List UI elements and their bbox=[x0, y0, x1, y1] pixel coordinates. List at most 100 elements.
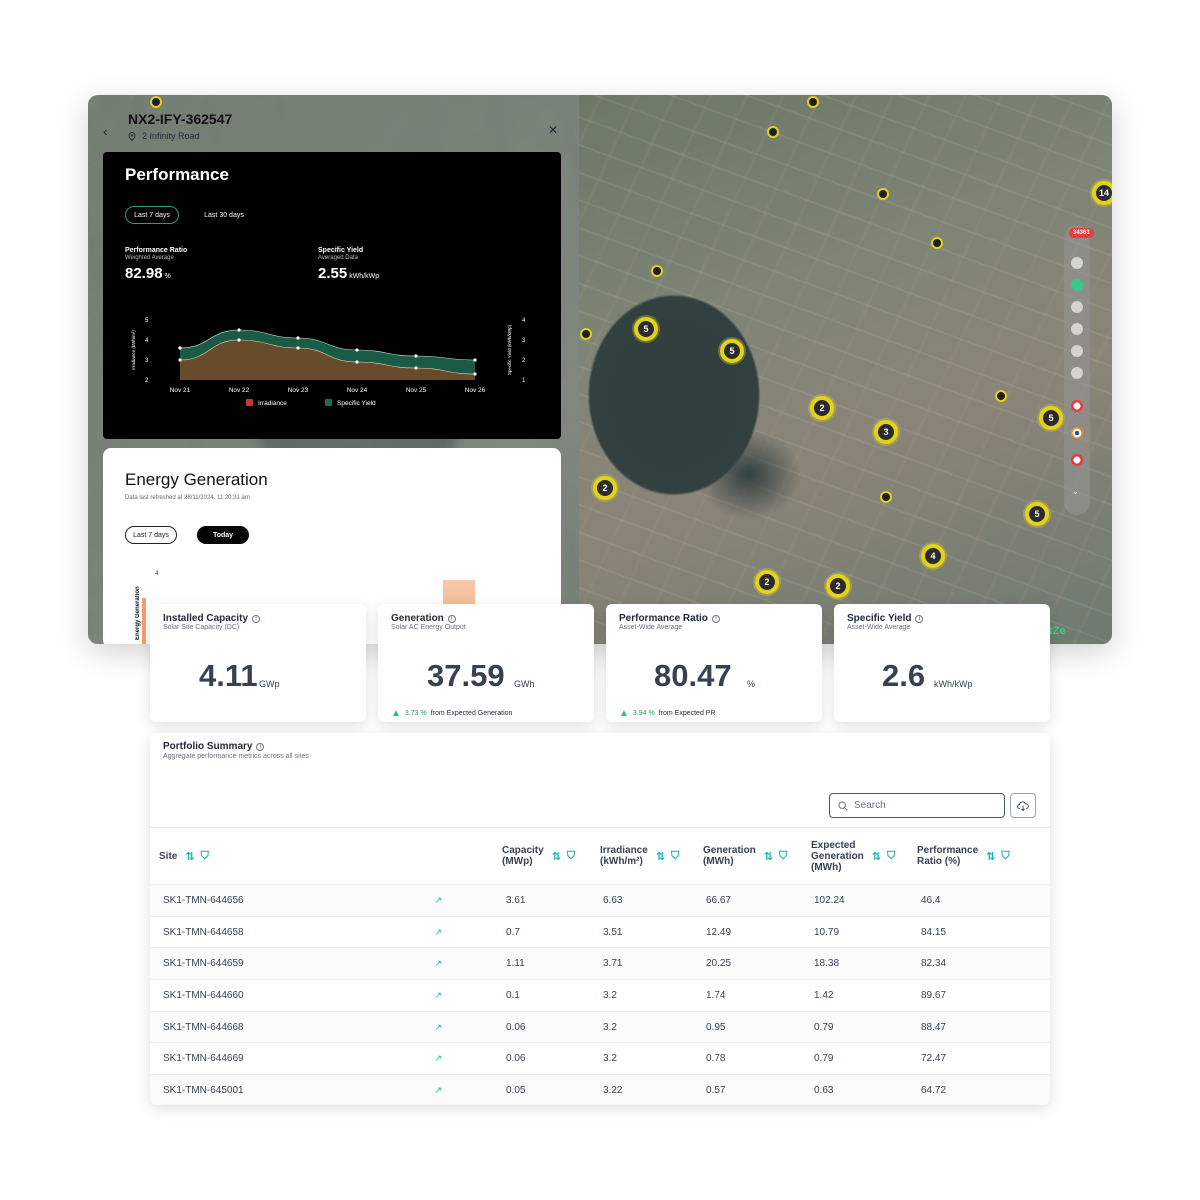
kpi-title: Generation bbox=[391, 613, 444, 624]
map-cluster-marker[interactable]: 2 bbox=[810, 396, 834, 420]
filter-icon[interactable]: ⛉ bbox=[671, 850, 679, 863]
table-row[interactable]: SK1-TMN-645001 ↗ 0.05 3.22 0.57 0.63 64.72 bbox=[150, 1074, 1050, 1105]
kpi-subtitle: Asset-Wide Average bbox=[847, 624, 911, 631]
info-icon[interactable]: i bbox=[256, 742, 265, 751]
table-row[interactable]: SK1-TMN-644656 ↗ 3.61 6.63 66.67 102.24 46.4 bbox=[150, 884, 1050, 917]
performance-panel: Performance Last 7 days Last 30 days Per… bbox=[103, 152, 561, 439]
info-icon[interactable]: i bbox=[915, 614, 924, 623]
back-arrow-icon[interactable]: ‹ bbox=[103, 123, 119, 139]
kpi-unit: GWh bbox=[514, 679, 535, 689]
legend-irradiance: Irradiance bbox=[258, 400, 287, 407]
sort-icon[interactable]: ⇅ bbox=[986, 850, 995, 863]
external-link-icon[interactable]: ↗ bbox=[434, 895, 442, 906]
performance-ratio-metric: Performance Ratio Weighted Average 82.98… bbox=[125, 247, 187, 282]
solar-site-pin-icon[interactable] bbox=[150, 96, 162, 108]
kpi-subtitle: Solar Site Capacity (DC) bbox=[163, 624, 240, 631]
external-link-icon[interactable]: ↗ bbox=[434, 927, 442, 938]
site-name: SK1-TMN-644669 bbox=[163, 1053, 244, 1065]
cell-performance-ratio: 72.47 bbox=[921, 1053, 947, 1065]
table-row[interactable]: SK1-TMN-644669 ↗ 0.06 3.2 0.78 0.79 72.47 bbox=[150, 1042, 1050, 1075]
map-cluster-marker[interactable]: 2 bbox=[826, 574, 850, 598]
energy-tab-today[interactable]: Today bbox=[197, 526, 249, 544]
info-icon[interactable]: i bbox=[447, 614, 456, 623]
solar-site-pin-icon[interactable] bbox=[580, 328, 592, 340]
japan-flag-icon[interactable] bbox=[1071, 454, 1083, 466]
column-header-capacity: Capacity (MWp) ⇅ ⛉ bbox=[490, 828, 590, 885]
map-cluster-marker[interactable]: 4 bbox=[921, 544, 945, 568]
map-cluster-marker[interactable]: 2 bbox=[593, 476, 617, 500]
solar-site-pin-icon[interactable] bbox=[651, 265, 663, 277]
tab-last-7-days[interactable]: Last 7 days bbox=[125, 206, 179, 224]
filter-icon[interactable]: ⛉ bbox=[887, 850, 895, 863]
map-cluster-marker[interactable]: 3 bbox=[874, 420, 898, 444]
map-cluster-marker[interactable]: 14 bbox=[1092, 181, 1112, 205]
column-actions: ⇅ ⛉ bbox=[872, 850, 895, 863]
info-icon[interactable]: i bbox=[252, 614, 261, 623]
column-header-performance-ratio: Performance Ratio (%) ⇅ ⛉ bbox=[905, 828, 1050, 885]
kpi-title-row: Installed Capacity i bbox=[163, 613, 261, 624]
external-link-icon[interactable]: ↗ bbox=[434, 990, 442, 1001]
info-icon[interactable]: i bbox=[711, 614, 720, 623]
energy-tab-last-7-days[interactable]: Last 7 days bbox=[125, 526, 177, 544]
arrow-up-icon: ▲ bbox=[619, 708, 629, 719]
filter-icon[interactable]: ⛉ bbox=[567, 850, 575, 863]
filter-icon[interactable]: ⛉ bbox=[779, 850, 787, 863]
cell-site: SK1-TMN-644660 ↗ bbox=[150, 980, 490, 1012]
search-input[interactable] bbox=[854, 800, 994, 811]
table-row[interactable]: SK1-TMN-644658 ↗ 0.7 3.51 12.49 10.79 84.15 bbox=[150, 916, 1050, 948]
external-link-icon[interactable]: ↗ bbox=[434, 1053, 442, 1064]
table-row[interactable]: SK1-TMN-644660 ↗ 0.1 3.2 1.74 1.42 89.67 bbox=[150, 979, 1050, 1012]
solar-site-pin-icon[interactable] bbox=[995, 390, 1007, 402]
performance-title: Performance bbox=[125, 165, 229, 184]
cell-site: SK1-TMN-645001 ↗ bbox=[150, 1075, 490, 1105]
dashboard-window: ‹ NX2-IFY-362547 2 Infinity Road ✕ Perfo… bbox=[88, 95, 1112, 644]
filter-layer-icon[interactable] bbox=[1071, 367, 1083, 379]
specific-yield-unit: kWh/kWp bbox=[349, 273, 380, 280]
solar-site-pin-icon[interactable] bbox=[877, 188, 889, 200]
external-link-icon[interactable]: ↗ bbox=[434, 1022, 442, 1033]
external-link-icon[interactable]: ↗ bbox=[434, 1085, 442, 1096]
search-box bbox=[829, 793, 1005, 818]
cell-expected-generation: 0.79 bbox=[814, 1021, 834, 1033]
solar-layer-icon[interactable] bbox=[1071, 279, 1083, 291]
map-cluster-marker[interactable]: 5 bbox=[1039, 406, 1063, 430]
storage-layer-icon[interactable] bbox=[1071, 323, 1083, 335]
filter-icon[interactable]: ⛉ bbox=[1001, 850, 1009, 863]
column-label-line: Ratio (%) bbox=[917, 856, 961, 867]
kpi-delta-text: from Expected Generation bbox=[430, 710, 513, 717]
india-flag-icon[interactable] bbox=[1071, 427, 1083, 439]
cell-capacity: 0.05 bbox=[506, 1085, 526, 1097]
chevron-down-icon[interactable]: ⌄ bbox=[1072, 487, 1079, 496]
table-row[interactable]: SK1-TMN-644668 ↗ 0.06 3.2 0.95 0.79 88.47 bbox=[150, 1011, 1050, 1043]
kpi-value: 80.47 bbox=[654, 658, 732, 693]
filter-icon[interactable]: ⛉ bbox=[201, 850, 209, 863]
map-cluster-marker[interactable]: 5 bbox=[634, 317, 658, 341]
tab-last-30-days[interactable]: Last 30 days bbox=[197, 206, 251, 224]
map-cluster-marker[interactable]: 2 bbox=[755, 570, 779, 594]
solar-site-pin-icon[interactable] bbox=[880, 491, 892, 503]
portfolio-table: Site ⇅ ⛉ Capacity (MWp) ⇅ ⛉ Irradiance (kWh/m²… bbox=[150, 827, 1050, 1105]
map-layer-icon[interactable] bbox=[1071, 257, 1083, 269]
grid-layer-icon[interactable] bbox=[1071, 345, 1083, 357]
cell-capacity: 0.06 bbox=[506, 1021, 526, 1033]
map-cluster-marker[interactable]: 5 bbox=[1025, 502, 1049, 526]
close-icon[interactable]: ✕ bbox=[548, 123, 558, 137]
solar-site-pin-icon[interactable] bbox=[807, 96, 819, 108]
map-cluster-marker[interactable]: 5 bbox=[720, 339, 744, 363]
table-row[interactable]: SK1-TMN-644659 ↗ 1.11 3.71 20.25 18.38 82.34 bbox=[150, 947, 1050, 980]
sort-icon[interactable]: ⇅ bbox=[185, 850, 194, 863]
satellite-map[interactable] bbox=[579, 95, 1112, 644]
wind-layer-icon[interactable] bbox=[1071, 301, 1083, 313]
external-link-icon[interactable]: ↗ bbox=[434, 958, 442, 969]
sort-icon[interactable]: ⇅ bbox=[552, 850, 561, 863]
sort-icon[interactable]: ⇅ bbox=[764, 850, 773, 863]
sort-icon[interactable]: ⇅ bbox=[872, 850, 881, 863]
sort-icon[interactable]: ⇅ bbox=[656, 850, 665, 863]
site-address: 2 Infinity Road bbox=[128, 131, 200, 141]
kpi-unit: GWp bbox=[259, 679, 280, 689]
solar-site-pin-icon[interactable] bbox=[931, 237, 943, 249]
performance-ratio-label: Performance Ratio bbox=[125, 247, 188, 254]
singapore-flag-icon[interactable] bbox=[1071, 400, 1083, 412]
download-button[interactable] bbox=[1010, 793, 1036, 818]
solar-site-pin-icon[interactable] bbox=[767, 126, 779, 138]
